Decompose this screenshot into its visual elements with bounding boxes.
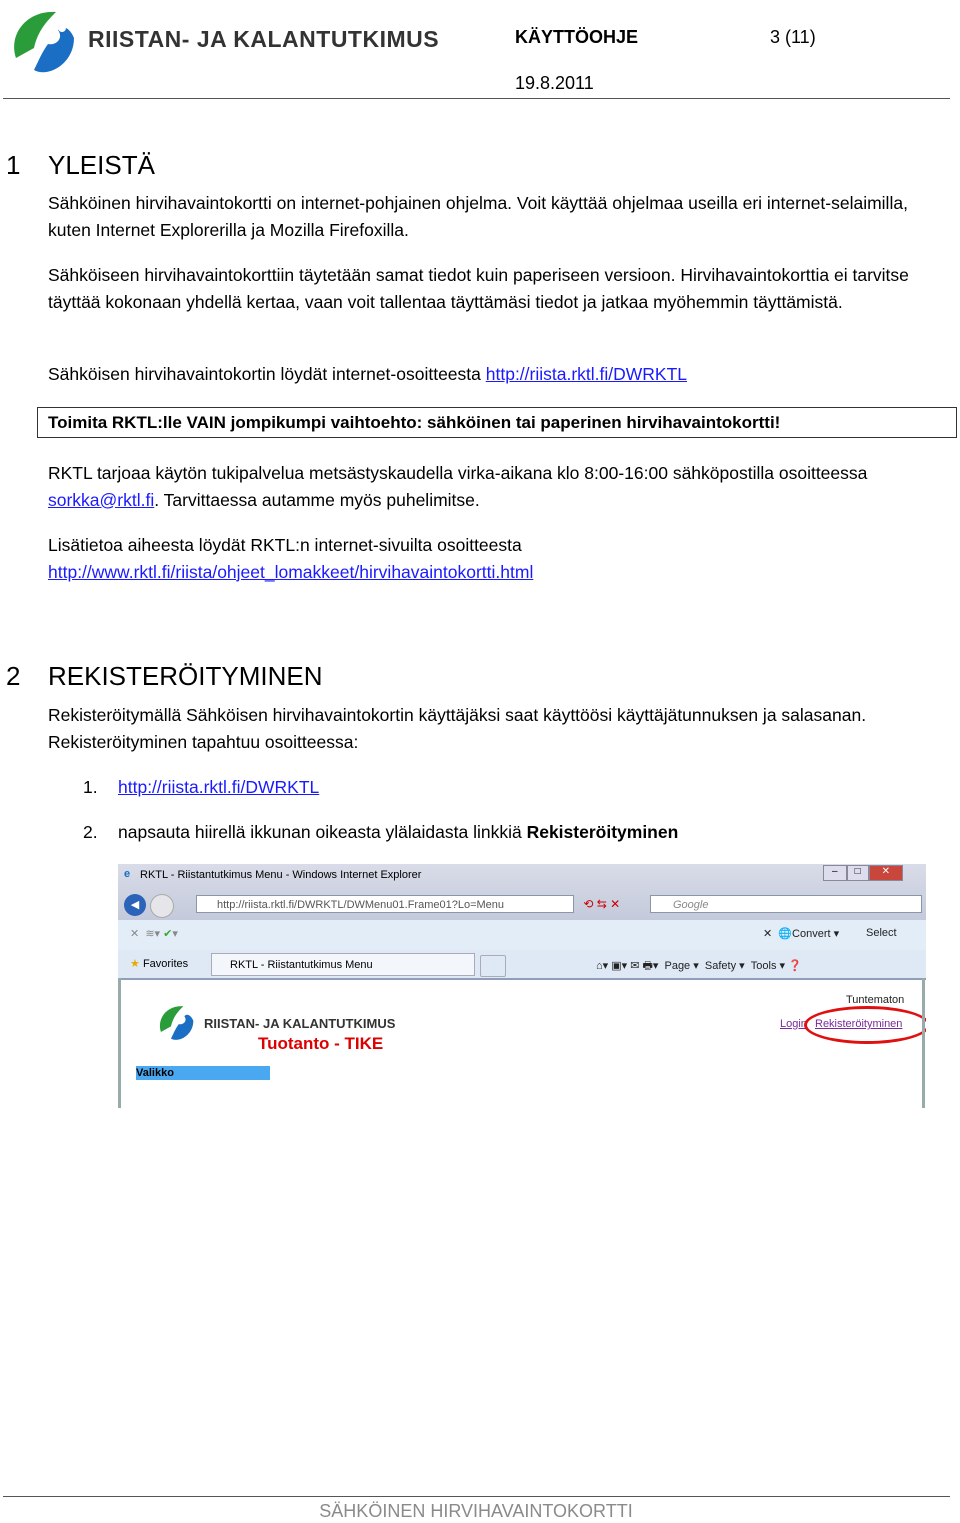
service-link[interactable]: http://riista.rktl.fi/DWRKTL xyxy=(118,777,319,797)
doc-type: KÄYTTÖOHJE xyxy=(515,27,639,47)
frame-border xyxy=(118,978,121,1108)
minimize-button[interactable]: – xyxy=(823,865,847,881)
email-link[interactable]: sorkka@rktl.fi xyxy=(48,490,154,510)
text: napsauta hiirellä ikkunan oikeasta yläla… xyxy=(118,822,527,842)
list-number: 2. xyxy=(83,822,98,842)
doc-date: 19.8.2011 xyxy=(515,73,594,93)
page-menu[interactable]: Page ▾ xyxy=(664,960,698,972)
rktl-logo-icon xyxy=(14,11,74,73)
paragraph: Rekisteröitymällä Sähköisen hirvihavaint… xyxy=(48,705,867,752)
site-logo-text: RIISTAN- JA KALANTUTKIMUS xyxy=(204,1016,396,1031)
info-link[interactable]: http://www.rktl.fi/riista/ohjeet_lomakke… xyxy=(48,562,533,582)
document-page: RIISTAN- JA KALANTUTKIMUS KÄYTTÖOHJE 3 (… xyxy=(0,0,960,1523)
service-link[interactable]: http://riista.rktl.fi/DWRKTL xyxy=(486,364,687,384)
list-number: 1. xyxy=(83,777,98,797)
paragraph: Sähköisen hirvihavaintokortin löydät int… xyxy=(48,361,948,388)
maximize-button[interactable]: □ xyxy=(846,865,869,881)
paragraph: RKTL tarjoaa käytön tukipalvelua metsäst… xyxy=(48,460,948,513)
tools-menu[interactable]: Tools ▾ xyxy=(751,960,785,972)
address-bar[interactable]: http://riista.rktl.fi/DWRKTL/DWMenu01.Fr… xyxy=(196,895,574,913)
close-button[interactable]: ✕ xyxy=(868,865,903,881)
text: Lisätietoa aiheesta löydät RKTL:n intern… xyxy=(48,535,522,555)
site-subtitle: Tuotanto - TIKE xyxy=(258,1034,384,1053)
ie-icon: e xyxy=(124,868,131,880)
close-toolbar-icon[interactable]: ✕ ≋▾ ✔▾ xyxy=(130,927,178,940)
logo-text: RIISTAN- JA KALANTUTKIMUS xyxy=(88,26,440,52)
forward-icon[interactable] xyxy=(150,894,174,918)
menu-header[interactable]: Valikko xyxy=(136,1066,270,1080)
highlight-circle xyxy=(804,1006,926,1044)
footer-text: SÄHKÖINEN HIRVIHAVAINTOKORTTI xyxy=(319,1501,633,1521)
command-menu: ⌂▾ ▣▾ ✉ 🖶▾ Page ▾ Safety ▾ Tools ▾ ❓ xyxy=(596,960,802,972)
section-number: 1 xyxy=(6,150,21,180)
list-item: 1. http://riista.rktl.fi/DWRKTL xyxy=(83,774,960,801)
frame-border xyxy=(922,978,925,1108)
paragraph: Sähköinen hirvihavaintokortti on interne… xyxy=(48,193,908,240)
browser-tab[interactable]: RKTL - Riistantutkimus Menu xyxy=(211,953,475,976)
login-link[interactable]: Login xyxy=(780,1018,807,1030)
section-title: REKISTERÖITYMINEN xyxy=(48,661,323,691)
user-status: Tuntematon xyxy=(846,994,905,1006)
back-icon[interactable]: ◀ xyxy=(124,894,146,916)
section-number: 2 xyxy=(6,661,21,691)
list-item: 2. napsauta hiirellä ikkunan oikeasta ylä… xyxy=(83,819,960,846)
footer-divider xyxy=(3,1496,950,1497)
paragraph: Sähköiseen hirvihavaintokorttiin täytetä… xyxy=(48,265,909,312)
browser-screenshot: e RKTL - Riistantutkimus Menu - Windows … xyxy=(118,864,926,1108)
text: RKTL tarjoaa käytön tukipalvelua metsäst… xyxy=(48,463,868,483)
refresh-stop-icons[interactable]: ⟲ ⇆ ✕ xyxy=(580,895,640,913)
search-input[interactable]: Google xyxy=(650,895,922,913)
convert-label: Convert xyxy=(792,928,831,940)
text: Sähköisen hirvihavaintokortin löydät int… xyxy=(48,364,486,384)
notice-text: Toimita RKTL:lle VAIN jompikumpi vaihtoe… xyxy=(48,413,781,432)
window-title: RKTL - Riistantutkimus Menu - Windows In… xyxy=(140,869,422,881)
favorites-button[interactable]: ★ Favorites xyxy=(130,957,188,970)
paragraph: Lisätietoa aiheesta löydät RKTL:n intern… xyxy=(48,532,948,585)
select-button[interactable]: Select xyxy=(866,927,897,939)
help-icon[interactable]: ❓ xyxy=(788,960,802,972)
convert-button[interactable]: ✕ 🌐Convert ▾ xyxy=(763,927,839,940)
rktl-logo-icon xyxy=(159,1006,194,1040)
page-number: 3 (11) xyxy=(770,27,816,47)
new-tab-button[interactable] xyxy=(480,955,506,977)
section-title: YLEISTÄ xyxy=(48,150,155,180)
star-icon: ★ xyxy=(130,958,140,970)
header-divider xyxy=(3,98,950,99)
bold-text: Rekisteröityminen xyxy=(526,822,679,842)
favorites-label: Favorites xyxy=(142,958,189,970)
text: . Tarvittaessa autamme myös puhelimitse. xyxy=(154,489,480,510)
window-controls: – □ ✕ xyxy=(823,865,903,881)
safety-menu[interactable]: Safety ▾ xyxy=(705,960,745,972)
